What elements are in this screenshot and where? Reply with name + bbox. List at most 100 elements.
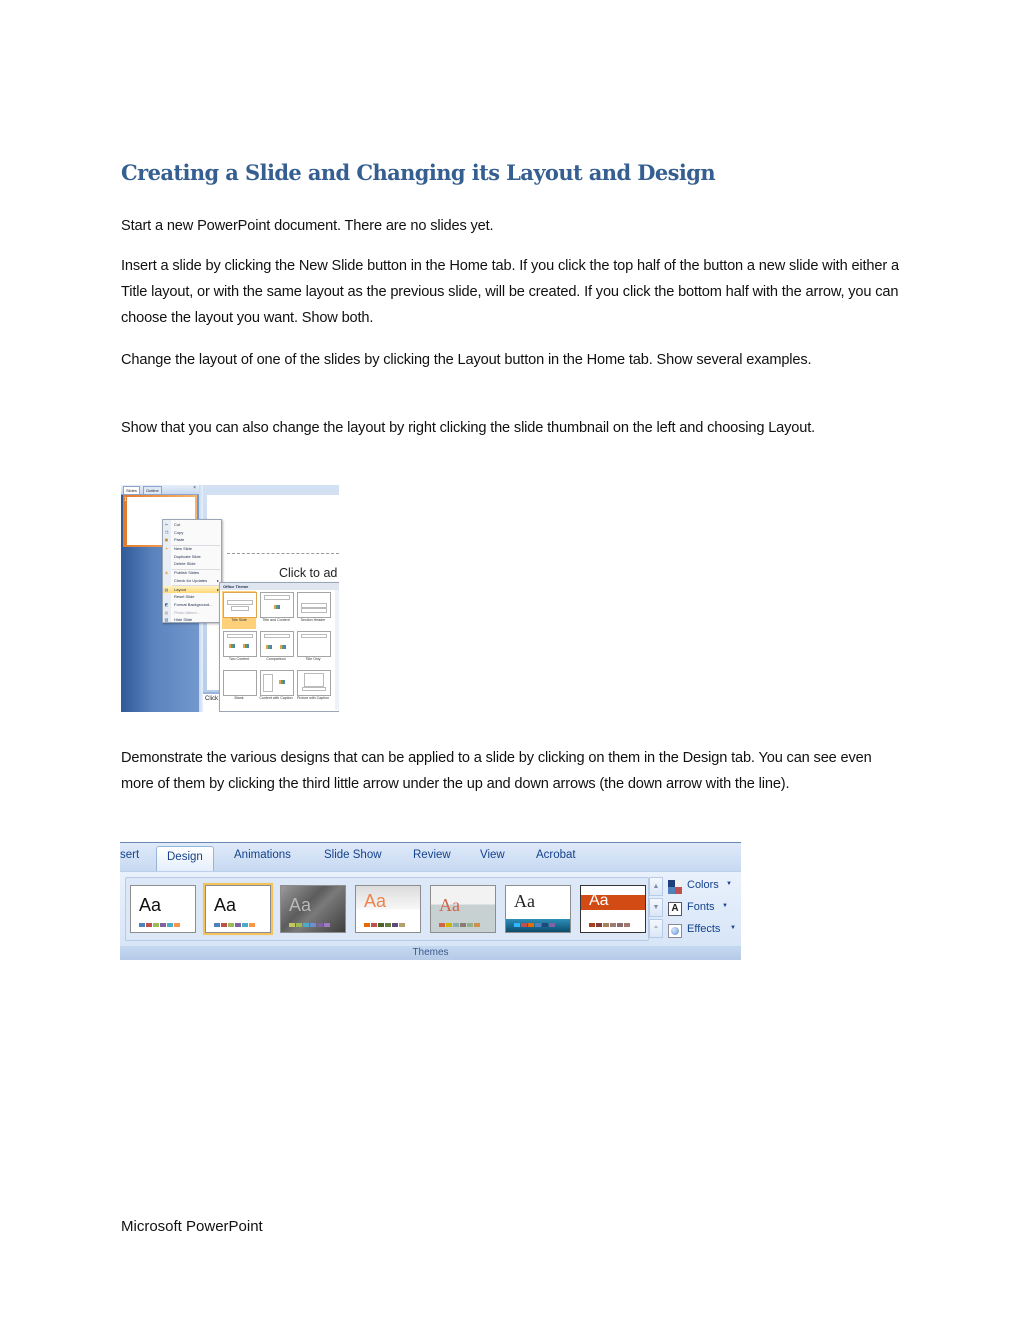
gallery-header: Office Theme	[220, 583, 339, 590]
menu-item-publish-slides[interactable]: ◈ Publish Slides	[163, 569, 221, 577]
layout-comparison[interactable]: Comparison	[259, 630, 294, 668]
color-swatch	[528, 923, 534, 927]
layout-gallery: Office Theme Title Slide Title and Conte…	[219, 582, 339, 712]
theme-orange[interactable]: Aa	[355, 885, 421, 933]
copy-icon: ❐	[164, 529, 169, 535]
menu-item-copy[interactable]: ❐ Copy	[163, 529, 221, 537]
gallery-scrollbar[interactable]	[335, 590, 339, 710]
fonts-icon: A	[668, 902, 682, 916]
more-themes-button[interactable]: ⩡	[649, 919, 663, 938]
layout-menu-screenshot: Slides Outline × 1 Click to ad Click t ✂…	[121, 485, 339, 712]
color-swatch	[521, 923, 527, 927]
tab-insert[interactable]: sert	[120, 849, 139, 861]
menu-item-delete-slide[interactable]: Delete Slide	[163, 560, 221, 568]
theme-office-selected[interactable]: Aa	[203, 883, 273, 935]
tab-design[interactable]: Design	[156, 846, 214, 871]
menu-label: Photo Album...	[174, 609, 201, 615]
menu-label: Check for Updates	[174, 577, 208, 583]
ribbon-body: Aa Aa Aa Aa Aa Aa Aa ▲ ▼ ⩡ Colors ▼ A Fo…	[120, 871, 741, 947]
tab-outline[interactable]: Outline	[143, 486, 162, 494]
context-menu: ✂ Cut ❐ Copy ▣ Paste ✦ New Slide Duplicate S…	[162, 519, 222, 623]
page-footer: Microsoft PowerPoint	[121, 1218, 263, 1235]
menu-item-hide-slide[interactable]: ▧ Hide Slide	[163, 616, 221, 624]
scroll-up-button[interactable]: ▲	[649, 877, 663, 896]
theme-office[interactable]: Aa	[130, 885, 196, 933]
menu-item-cut[interactable]: ✂ Cut	[163, 521, 221, 529]
theme-red-band[interactable]: Aa	[580, 885, 646, 933]
color-swatch	[214, 923, 220, 927]
menu-label: Copy	[174, 529, 184, 535]
theme-swatches	[439, 923, 480, 927]
layout-caption: Title Only	[305, 657, 321, 661]
color-swatch	[453, 923, 459, 927]
color-swatch	[289, 923, 295, 927]
color-swatch	[589, 923, 595, 927]
theme-blue-wave[interactable]: Aa	[505, 885, 571, 933]
paragraph-designs: Demonstrate the various designs that can…	[121, 750, 872, 792]
layout-caption: Title and Content	[262, 618, 290, 622]
color-swatch	[439, 923, 445, 927]
layout-section-header[interactable]: Section Header	[296, 591, 331, 629]
menu-item-paste[interactable]: ▣ Paste	[163, 536, 221, 544]
layout-caption: Title Slide	[231, 618, 247, 622]
theme-sample: Aa	[214, 895, 237, 915]
menu-label: Layout	[174, 586, 187, 592]
theme-swatches	[289, 923, 330, 927]
theme-sample: Aa	[514, 891, 535, 911]
theme-dark[interactable]: Aa	[280, 885, 346, 933]
menu-label: Cut	[174, 522, 181, 527]
color-swatch	[146, 923, 152, 927]
color-swatch	[242, 923, 248, 927]
menu-item-format-background[interactable]: ◩ Format Background...	[163, 601, 221, 609]
tab-slide-show[interactable]: Slide Show	[324, 849, 382, 861]
theme-swatches	[139, 923, 180, 927]
color-swatch	[467, 923, 473, 927]
tab-slides[interactable]: Slides	[123, 486, 140, 494]
paragraph-right-click: Show that you can also change the layout…	[121, 420, 816, 436]
menu-label: Delete Slide	[174, 561, 196, 567]
menu-item-layout[interactable]: ▤ Layout ▸	[163, 585, 221, 594]
scissors-icon: ✂	[164, 522, 169, 527]
fonts-label: Fonts	[687, 901, 715, 913]
theme-gray[interactable]: Aa	[430, 885, 496, 933]
tab-view[interactable]: View	[480, 849, 505, 861]
layout-caption: Section Header	[300, 618, 326, 622]
menu-item-duplicate-slide[interactable]: Duplicate Slide	[163, 553, 221, 561]
layout-title-and-content[interactable]: Title and Content	[259, 591, 294, 629]
layout-blank[interactable]: Blank	[222, 669, 257, 707]
menu-item-reset-slide[interactable]: Reset Slide	[163, 593, 221, 601]
menu-label: Paste	[174, 537, 185, 543]
photo-album-icon: ▦	[164, 609, 169, 615]
color-swatch	[460, 923, 466, 927]
tab-animations[interactable]: Animations	[234, 849, 291, 861]
menu-label: Hide Slide	[174, 617, 193, 623]
paragraph-change-layout: Change the layout of one of the slides b…	[121, 352, 812, 368]
hide-slide-icon: ▧	[164, 617, 169, 623]
menu-label: Reset Slide	[174, 594, 195, 600]
close-icon[interactable]: ×	[193, 485, 196, 491]
gallery-scroll-controls: ▲ ▼ ⩡	[649, 877, 663, 939]
color-swatch	[324, 923, 330, 927]
color-swatch	[392, 923, 398, 927]
layout-two-content[interactable]: Two Content	[222, 630, 257, 668]
format-background-icon: ◩	[164, 601, 169, 607]
color-swatch	[378, 923, 384, 927]
layout-title-only[interactable]: Title Only	[296, 630, 331, 668]
color-swatch	[235, 923, 241, 927]
menu-item-new-slide[interactable]: ✦ New Slide	[163, 545, 221, 553]
layout-title-slide[interactable]: Title Slide	[222, 591, 257, 629]
layout-content-with-caption[interactable]: Content with Caption	[259, 669, 294, 707]
menu-item-check-for-updates[interactable]: Check for Updates ▸	[163, 577, 221, 585]
tab-acrobat[interactable]: Acrobat	[536, 849, 576, 861]
tab-review[interactable]: Review	[413, 849, 451, 861]
layout-picture-with-caption[interactable]: Picture with Caption	[296, 669, 331, 707]
new-slide-icon: ✦	[164, 546, 169, 551]
color-swatch	[371, 923, 377, 927]
theme-swatches	[589, 923, 630, 927]
theme-sample: Aa	[439, 895, 460, 915]
scroll-down-button[interactable]: ▼	[649, 898, 663, 917]
menu-label: New Slide	[174, 546, 193, 551]
color-swatch	[249, 923, 255, 927]
page-title: Creating a Slide and Changing its Layout…	[121, 160, 716, 185]
title-placeholder[interactable]: Click to ad	[279, 566, 337, 580]
